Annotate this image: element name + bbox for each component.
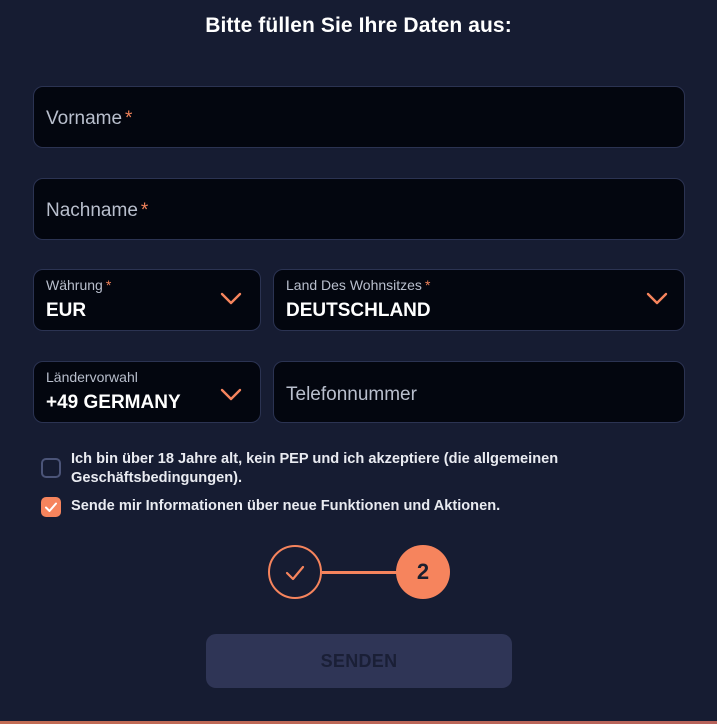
check-icon xyxy=(45,502,57,512)
first-name-placeholder: Vorname * xyxy=(46,108,133,129)
country-value: DEUTSCHLAND xyxy=(286,300,431,321)
phone-field[interactable]: Telefonnummer xyxy=(273,361,685,423)
chevron-down-icon[interactable] xyxy=(220,388,242,402)
country-select[interactable]: Land Des Wohnsitzes * DEUTSCHLAND xyxy=(273,269,685,331)
required-mark: * xyxy=(105,277,112,293)
chevron-down-icon[interactable] xyxy=(220,292,242,306)
currency-label: Währung * xyxy=(46,277,112,293)
step-connector xyxy=(322,571,398,574)
registration-panel: Bitte füllen Sie Ihre Daten aus: Vorname… xyxy=(0,0,717,724)
last-name-field[interactable]: Nachname * xyxy=(33,178,685,240)
form-title: Bitte füllen Sie Ihre Daten aus: xyxy=(205,14,512,37)
marketing-label[interactable]: Sende mir Informationen über neue Funkti… xyxy=(71,497,631,516)
progress-stepper: 2 xyxy=(268,545,452,599)
dial-code-value: +49 GERMANY xyxy=(46,392,181,413)
terms-label[interactable]: Ich bin über 18 Jahre alt, kein PEP und … xyxy=(71,450,631,488)
step-1-completed xyxy=(268,545,322,599)
terms-checkbox[interactable] xyxy=(41,458,61,478)
marketing-checkbox[interactable] xyxy=(41,497,61,517)
country-label: Land Des Wohnsitzes * xyxy=(286,277,431,293)
required-mark: * xyxy=(125,108,133,129)
check-icon xyxy=(285,565,305,581)
currency-select[interactable]: Währung * EUR xyxy=(33,269,261,331)
required-mark: * xyxy=(140,200,149,221)
required-mark: * xyxy=(424,277,431,293)
step-2-current: 2 xyxy=(396,545,450,599)
chevron-down-icon[interactable] xyxy=(646,292,668,306)
submit-button[interactable]: SENDEN xyxy=(206,634,512,688)
phone-placeholder: Telefonnummer xyxy=(286,384,417,405)
dial-code-select[interactable]: Ländervorwahl +49 GERMANY xyxy=(33,361,261,423)
dial-code-label: Ländervorwahl xyxy=(46,369,138,385)
first-name-field[interactable]: Vorname * xyxy=(33,86,685,148)
currency-value: EUR xyxy=(46,300,87,321)
last-name-placeholder: Nachname * xyxy=(46,200,149,221)
